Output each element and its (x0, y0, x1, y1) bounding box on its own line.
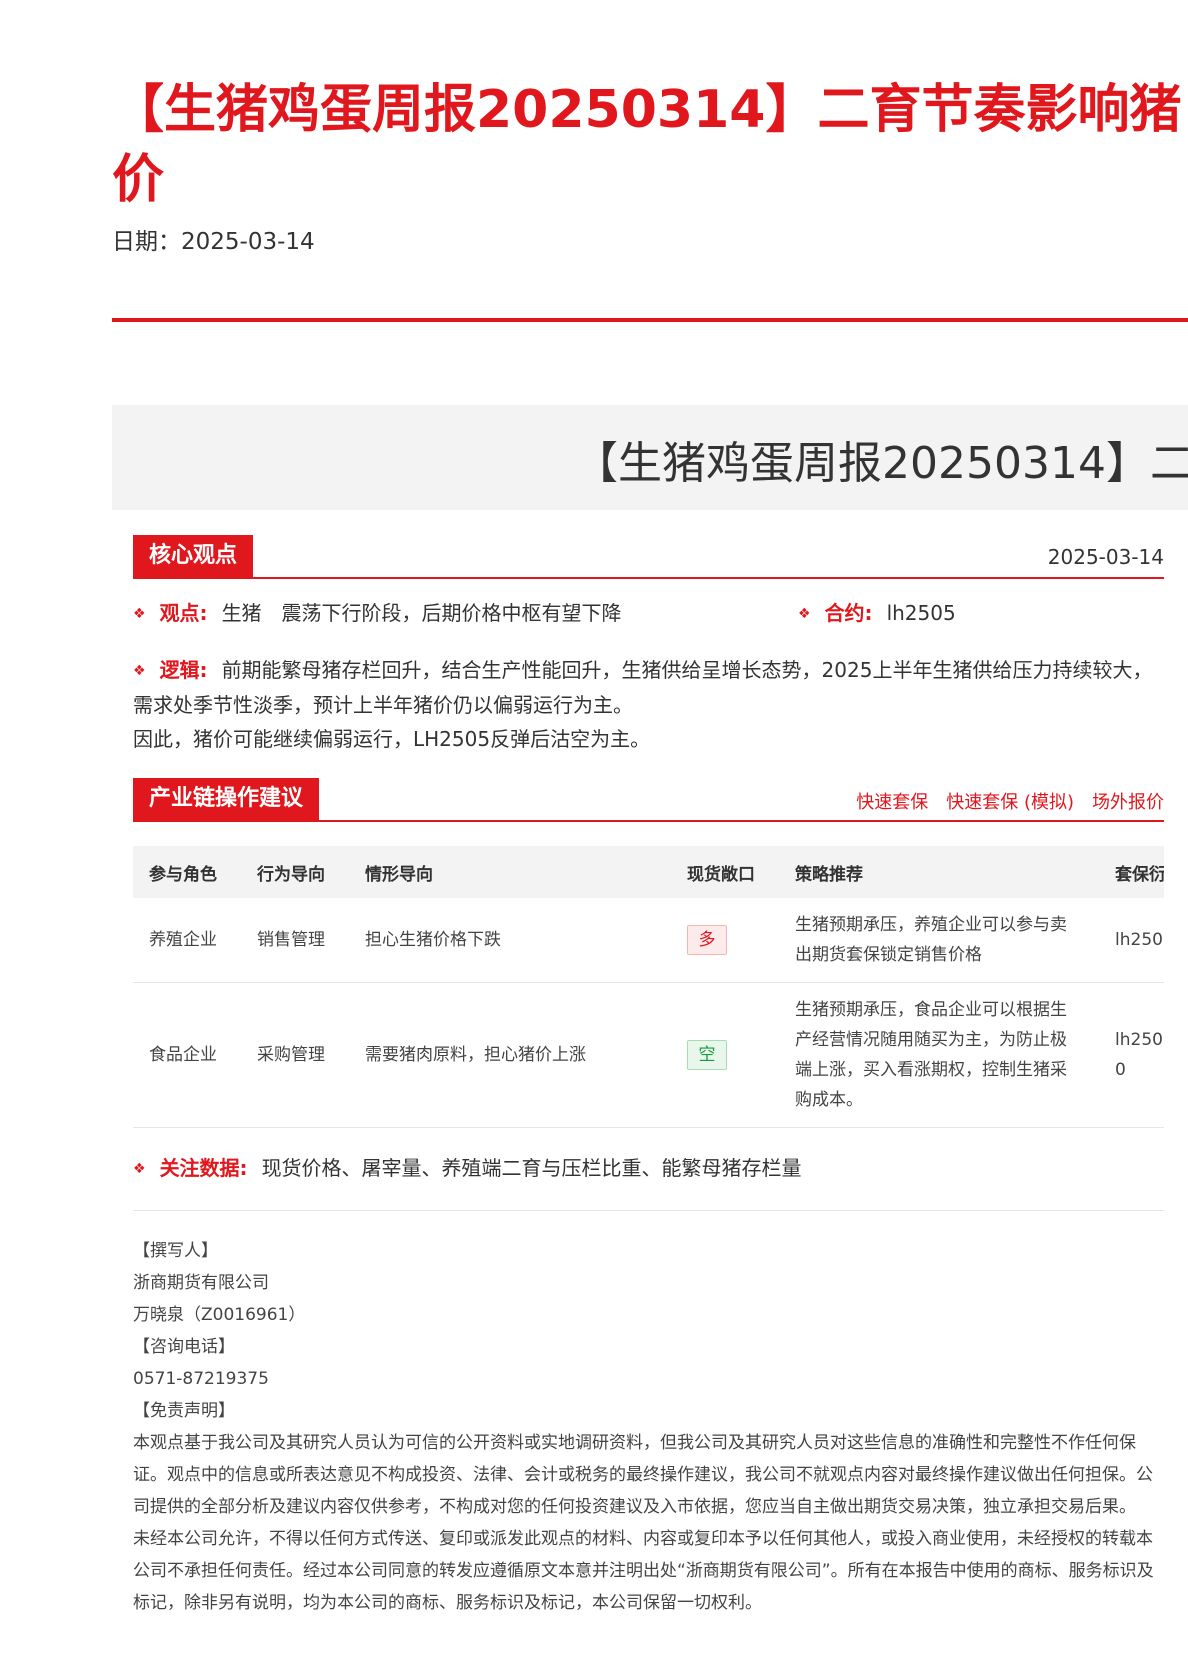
col-scenario: 情形导向 (349, 846, 671, 898)
focus-text: 现货价格、屠宰量、养殖端二育与压栏比重、能繁母猪存栏量 (261, 1156, 802, 1180)
focus-label: 关注数据: (159, 1156, 248, 1180)
publish-date: 日期：2025-03-14 (112, 222, 315, 256)
col-behavior: 行为导向 (241, 846, 349, 898)
author-name: 万晓泉（Z0016961） (133, 1305, 306, 1325)
table-row: 养殖企业 销售管理 担心生猪价格下跌 多 生猪预期承压，养殖企业可以参与卖出期货… (133, 898, 1164, 983)
ops-links: 快速套保 快速套保 (模拟) 场外报价 (838, 788, 1164, 814)
view-row: ❖ 观点: 生猪 震荡下行阶段，后期价格中枢有望下降 ❖ 合约: lh2505 (133, 597, 1164, 637)
core-view-tag: 核心观点 (133, 535, 254, 577)
date-value: 2025-03-14 (181, 229, 315, 255)
disclaimer-paragraph-1: 本观点基于我公司及其研究人员认为可信的公开资料或实地调研资料，但我公司及其研究人… (133, 1433, 1153, 1517)
col-hedge: 套保衍 (1099, 846, 1164, 898)
banner-title: 【生猪鸡蛋周报20250314】二育节 (574, 438, 1188, 489)
quick-hedge-sim-link[interactable]: 快速套保 (模拟) (946, 792, 1074, 813)
page-title-line-2: 价 (112, 149, 165, 210)
quick-hedge-link[interactable]: 快速套保 (856, 792, 928, 813)
row-behavior: 销售管理 (241, 898, 349, 983)
date-label: 日期： (112, 229, 181, 255)
focus-data-row: ❖ 关注数据: 现货价格、屠宰量、养殖端二育与压栏比重、能繁母猪存栏量 (133, 1146, 1164, 1190)
page-title: 【生猪鸡蛋周报20250314】二育节奏影响猪 价 (112, 75, 1188, 215)
table-row: 食品企业 采购管理 需要猪肉原料，担心猪价上涨 空 生猪预期承压，食品企业可以根… (133, 982, 1164, 1128)
diamond-bullet-icon: ❖ (133, 663, 146, 679)
diamond-bullet-icon: ❖ (133, 606, 146, 622)
section-divider (133, 1210, 1164, 1211)
row-exposure: 空 (671, 982, 779, 1128)
contract-label: 合约: (824, 601, 873, 625)
contract-item: ❖ 合约: lh2505 (798, 597, 956, 626)
row-hedge: lh2505 0 (1099, 982, 1164, 1128)
ops-header: 产业链操作建议 快速套保 快速套保 (模拟) 场外报价 (133, 778, 1164, 822)
ops-tag: 产业链操作建议 (133, 778, 320, 820)
logic-conclusion: 因此，猪价可能继续偏弱运行，LH2505反弹后沽空为主。 (133, 727, 651, 751)
core-view-date: 2025-03-14 (1047, 545, 1164, 569)
disclaimer-heading: 【免责声明】 (133, 1401, 235, 1421)
view-label: 观点: (159, 601, 208, 625)
ops-table-header: 参与角色 行为导向 情形导向 现货敞口 策略推荐 套保衍 (133, 846, 1164, 898)
row-scenario: 需要猪肉原料，担心猪价上涨 (349, 982, 671, 1128)
row-role: 养殖企业 (133, 898, 241, 983)
row-behavior: 采购管理 (241, 982, 349, 1128)
logic-label: 逻辑: (159, 658, 208, 682)
disclaimer-paragraph-2: 未经本公司允许，不得以任何方式传送、复印或派发此观点的材料、内容或复印本予以任何… (133, 1529, 1154, 1613)
view-text: 生猪 震荡下行阶段，后期价格中枢有望下降 (221, 601, 622, 625)
writer-heading: 【撰写人】 (133, 1241, 218, 1261)
col-strategy: 策略推荐 (779, 846, 1099, 898)
row-hedge: lh2505 (1099, 898, 1164, 983)
row-role: 食品企业 (133, 982, 241, 1128)
col-role: 参与角色 (133, 846, 241, 898)
report-card: 核心观点 2025-03-14 ❖ 观点: 生猪 震荡下行阶段，后期价格中枢有望下降… (133, 535, 1164, 1619)
diamond-bullet-icon: ❖ (798, 606, 811, 622)
logic-block: ❖ 逻辑: 前期能繁母猪存栏回升，结合生产性能回升，生猪供给呈增长态势，2025上半… (133, 653, 1164, 756)
row-scenario: 担心生猪价格下跌 (349, 898, 671, 983)
footer-info: 【撰写人】 浙商期货有限公司 万晓泉（Z0016961） 【咨询电话】 0571… (133, 1235, 1164, 1619)
row-strategy: 生猪预期承压，养殖企业可以参与卖出期货套保锁定销售价格 (779, 898, 1099, 983)
core-view-header: 核心观点 2025-03-14 (133, 535, 1164, 579)
title-divider (112, 318, 1188, 322)
otc-quote-link[interactable]: 场外报价 (1092, 792, 1164, 813)
contract-value: lh2505 (886, 601, 956, 625)
exposure-badge-long: 多 (687, 925, 727, 955)
exposure-badge-short: 空 (687, 1040, 727, 1070)
ops-table: 参与角色 行为导向 情形导向 现货敞口 策略推荐 套保衍 养殖企业 销售管理 担… (133, 846, 1164, 1128)
row-strategy: 生猪预期承压，食品企业可以根据生产经营情况随用随买为主，为防止极端上涨，买入看涨… (779, 982, 1099, 1128)
row-exposure: 多 (671, 898, 779, 983)
diamond-bullet-icon: ❖ (133, 1161, 146, 1177)
phone-heading: 【咨询电话】 (133, 1337, 235, 1357)
page-title-line-1: 【生猪鸡蛋周报20250314】二育节奏影响猪 (112, 79, 1182, 140)
company-name: 浙商期货有限公司 (133, 1273, 269, 1293)
col-exposure: 现货敞口 (671, 846, 779, 898)
phone-number: 0571-87219375 (133, 1369, 269, 1389)
logic-text: 前期能繁母猪存栏回升，结合生产性能回升，生猪供给呈增长态势，2025上半年生猪供… (133, 658, 1153, 717)
report-banner: 【生猪鸡蛋周报20250314】二育节 (112, 405, 1188, 510)
